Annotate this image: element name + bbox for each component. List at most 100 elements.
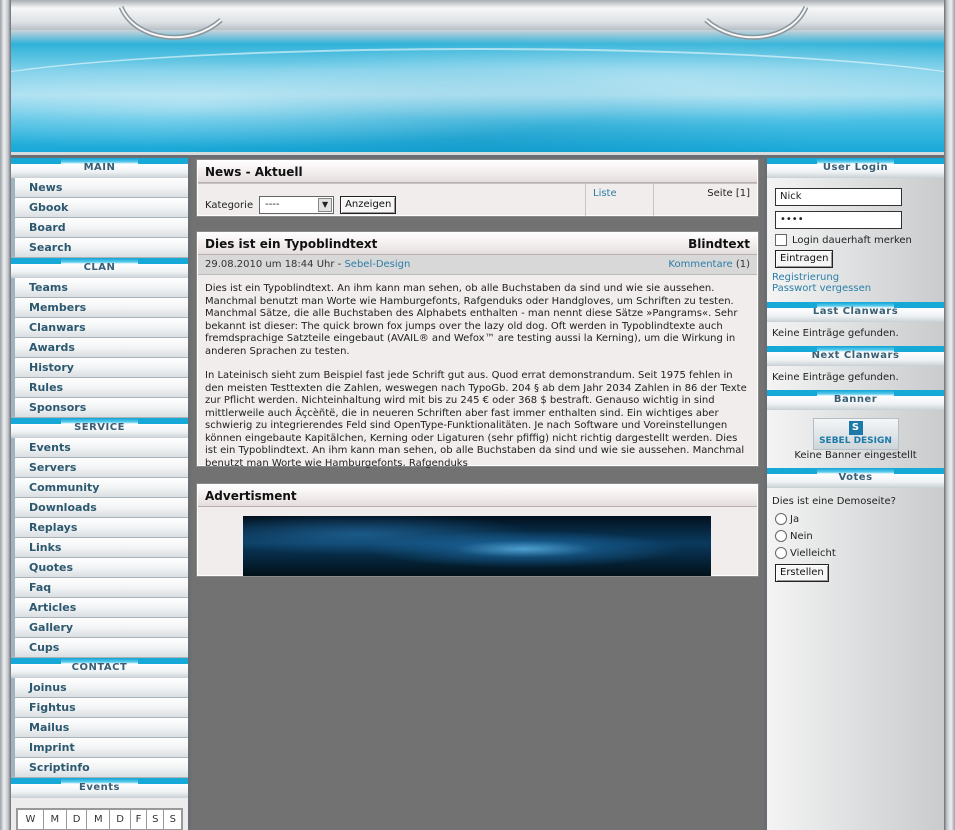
- chevron-down-icon[interactable]: ▼: [318, 198, 333, 212]
- nav-item-board[interactable]: Board: [11, 218, 188, 238]
- remember-row: Login dauerhaft merken: [775, 234, 939, 246]
- article-date: 29.08.2010 um 18:44 Uhr -: [205, 259, 345, 270]
- nav-item-faq[interactable]: Faq: [11, 578, 188, 598]
- category-select-value: ----: [265, 199, 280, 210]
- main-content: News - Aktuell Kategorie ---- ▼ Anzeigen…: [191, 158, 764, 830]
- forgot-password-link[interactable]: Passwort vergessen: [772, 283, 871, 294]
- article-meta: 29.08.2010 um 18:44 Uhr - Sebel-Design K…: [198, 255, 757, 275]
- vote-option-label: Ja: [790, 514, 800, 525]
- sebel-logo-icon: S: [848, 421, 863, 435]
- login-form: Nick •••• Login dauerhaft merken Eintrag…: [767, 178, 944, 299]
- nav-item-search[interactable]: Search: [11, 238, 188, 258]
- forgot-link-row: Passwort vergessen: [772, 283, 939, 294]
- last-clanwars-text: Keine Einträge gefunden.: [772, 328, 899, 339]
- header-hook-left-icon: [118, 5, 223, 40]
- nav-header-main: MAIN: [11, 158, 188, 178]
- header-banner: [11, 0, 944, 155]
- last-clanwars-header: Last Clanwars: [767, 302, 944, 322]
- comments: Kommentare (1): [668, 255, 750, 275]
- vote-radio[interactable]: [775, 513, 787, 525]
- password-field[interactable]: ••••: [775, 211, 902, 229]
- vote-question: Dies ist eine Demoseite?: [772, 496, 896, 507]
- banner-block: S SEBEL DESIGN Keine Banner eingestellt: [767, 410, 944, 466]
- nav-item-scriptinfo[interactable]: Scriptinfo: [11, 758, 188, 778]
- calendar-weekday: F: [129, 809, 148, 830]
- register-link[interactable]: Registrierung: [772, 272, 839, 283]
- login-submit-row: Eintragen: [775, 250, 939, 268]
- news-box: News - Aktuell Kategorie ---- ▼ Anzeigen…: [196, 159, 759, 217]
- votes-header: Votes: [767, 468, 944, 488]
- nav-item-events[interactable]: Events: [11, 438, 188, 458]
- nav-item-rules[interactable]: Rules: [11, 378, 188, 398]
- calendar-weekday: M: [86, 809, 111, 830]
- list-link[interactable]: Liste: [593, 188, 617, 199]
- nav-item-cups[interactable]: Cups: [11, 638, 188, 658]
- vote-option[interactable]: Ja: [775, 513, 939, 525]
- vote-radio[interactable]: [775, 547, 787, 559]
- nav-item-servers[interactable]: Servers: [11, 458, 188, 478]
- vote-option[interactable]: Nein: [775, 530, 939, 542]
- header-hook-right-icon: [704, 5, 809, 40]
- register-link-row: Registrierung: [772, 272, 939, 283]
- nav-item-articles[interactable]: Articles: [11, 598, 188, 618]
- nav-header-service: SERVICE: [11, 418, 188, 438]
- nav-item-awards[interactable]: Awards: [11, 338, 188, 358]
- calendar-weekday: S: [163, 809, 182, 830]
- vote-option-label: Nein: [790, 531, 813, 542]
- login-header: User Login: [767, 158, 944, 178]
- nav-item-clanwars[interactable]: Clanwars: [11, 318, 188, 338]
- show-button[interactable]: Anzeigen: [340, 196, 397, 214]
- vote-option[interactable]: Vielleicht: [775, 547, 939, 559]
- nav-item-imprint[interactable]: Imprint: [11, 738, 188, 758]
- nav-item-joinus[interactable]: Joinus: [11, 678, 188, 698]
- vote-submit-button[interactable]: Erstellen: [775, 564, 829, 582]
- nav-item-fightus[interactable]: Fightus: [11, 698, 188, 718]
- nav-item-community[interactable]: Community: [11, 478, 188, 498]
- vote-option-label: Vielleicht: [790, 548, 836, 559]
- author-link[interactable]: Sebel-Design: [344, 259, 410, 270]
- sebel-design-logo[interactable]: S SEBEL DESIGN: [812, 418, 899, 450]
- advert-box: Advertisment: [196, 483, 759, 577]
- calendar-weekday: D: [65, 809, 88, 830]
- nav-item-members[interactable]: Members: [11, 298, 188, 318]
- article-title: Dies ist ein Typoblindtext: [205, 237, 378, 251]
- calendar-weekday: M: [42, 809, 67, 830]
- nav-header-contact: CONTACT: [11, 658, 188, 678]
- nav-item-replays[interactable]: Replays: [11, 518, 188, 538]
- username-field[interactable]: Nick: [775, 188, 902, 206]
- comments-link[interactable]: Kommentare: [668, 259, 732, 270]
- article-box: Dies ist ein Typoblindtext Blindtext 29.…: [196, 231, 759, 469]
- article-paragraph: In Lateinisch sieht zum Beispiel fast je…: [205, 370, 747, 469]
- banner-caption: Keine Banner eingestellt: [794, 450, 917, 461]
- vote-submit-row: Erstellen: [775, 564, 939, 582]
- banner-header: Banner: [767, 390, 944, 410]
- article-tag: Blindtext: [688, 237, 750, 251]
- comments-count: (1): [732, 259, 750, 270]
- category-select[interactable]: ---- ▼: [259, 196, 335, 214]
- login-submit-button[interactable]: Eintragen: [775, 250, 834, 268]
- article-paragraph: Dies ist ein Typoblindtext. An ihm kann …: [205, 283, 738, 357]
- nav-item-gbook[interactable]: Gbook: [11, 198, 188, 218]
- nav-item-gallery[interactable]: Gallery: [11, 618, 188, 638]
- page-cell: Seite [1]: [653, 184, 757, 217]
- nav-item-links[interactable]: Links: [11, 538, 188, 558]
- calendar-weekday: D: [109, 809, 131, 830]
- nav-item-news[interactable]: News: [11, 178, 188, 198]
- nav-item-history[interactable]: History: [11, 358, 188, 378]
- nav-item-downloads[interactable]: Downloads: [11, 498, 188, 518]
- vote-radio[interactable]: [775, 530, 787, 542]
- nav-item-sponsors[interactable]: Sponsors: [11, 398, 188, 418]
- header-arc: [11, 48, 944, 152]
- advert-title: Advertisment: [198, 485, 757, 507]
- votes-block: Dies ist eine Demoseite? Ja Nein Viellei…: [767, 488, 944, 587]
- calendar-weekday: W: [17, 809, 44, 830]
- calendar-weekday: S: [146, 809, 165, 830]
- news-title: News - Aktuell: [198, 161, 757, 183]
- nav-item-teams[interactable]: Teams: [11, 278, 188, 298]
- remember-checkbox[interactable]: [775, 234, 787, 246]
- nav-item-quotes[interactable]: Quotes: [11, 558, 188, 578]
- nav-item-mailus[interactable]: Mailus: [11, 718, 188, 738]
- advert-banner-image[interactable]: [243, 516, 711, 576]
- news-filter-row: Kategorie ---- ▼ Anzeigen Liste Seite [1…: [198, 183, 757, 217]
- events-calendar: W M D M D F S S: [16, 808, 183, 830]
